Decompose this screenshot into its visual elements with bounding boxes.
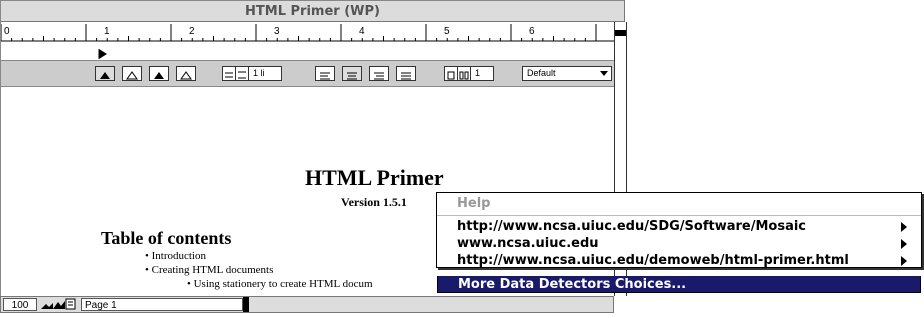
justify-button[interactable] — [396, 66, 416, 81]
columns-decrease-button[interactable] — [444, 66, 458, 81]
menu-item-ncsa-domain[interactable]: www.ncsa.uiuc.edu — [437, 235, 921, 252]
columns-increase-button[interactable] — [457, 66, 471, 81]
ruler-label-6: 6 — [529, 26, 535, 37]
document-version: Version 1.5.1 — [341, 195, 407, 209]
align-right-button[interactable] — [369, 66, 389, 81]
toc-heading: Table of contents — [101, 228, 232, 248]
ruler-label-0: 0 — [4, 26, 10, 37]
align-left-icon — [320, 72, 330, 80]
toc-item: • Introduction — [145, 250, 206, 262]
align-center-button[interactable] — [342, 66, 362, 81]
window-title: HTML Primer (WP) — [245, 4, 380, 19]
menu-item-more-choices[interactable]: More Data Detectors Choices... — [437, 276, 921, 293]
toc-item: • Using stationery to create HTML docum — [187, 278, 373, 290]
status-bar: 100 Page 1 — [0, 296, 614, 313]
ruler[interactable]: 0 1 2 3 4 5 6 — [0, 22, 615, 60]
data-detectors-context-menu: Help http://www.ncsa.uiuc.edu/SDG/Softwa… — [436, 192, 922, 268]
tab-decimal-button[interactable] — [176, 66, 196, 81]
menu-item-label: http://www.ncsa.uiuc.edu/SDG/Software/Mo… — [457, 219, 807, 234]
tab-left-button[interactable] — [95, 66, 115, 81]
menu-item-label: http://www.ncsa.uiuc.edu/demoweb/html-pr… — [457, 253, 849, 268]
single-column-icon — [447, 71, 455, 80]
tab-left-icon — [100, 72, 110, 79]
menu-item-mosaic-url[interactable]: http://www.ncsa.uiuc.edu/SDG/Software/Mo… — [437, 218, 921, 235]
style-dropdown-value: Default — [527, 68, 556, 78]
tab-decimal-icon — [180, 71, 192, 80]
menu-separator — [437, 215, 921, 216]
ruler-graphic — [1, 24, 615, 59]
scroll-thumb[interactable] — [615, 30, 626, 36]
align-right-icon — [374, 72, 384, 80]
submenu-arrow-icon — [901, 256, 907, 266]
format-toolbar: 1 li 1 Default — [0, 60, 614, 87]
zoom-field[interactable]: 100 — [3, 298, 37, 311]
menu-item-label: www.ncsa.uiuc.edu — [457, 236, 599, 251]
tab-center-button[interactable] — [122, 66, 142, 81]
toc-item-label: Creating HTML documents — [151, 264, 274, 276]
ruler-label-4: 4 — [359, 26, 365, 37]
ruler-label-3: 3 — [274, 26, 280, 37]
tab-center-icon — [126, 71, 138, 80]
menu-item-primer-url[interactable]: http://www.ncsa.uiuc.edu/demoweb/html-pr… — [437, 252, 921, 269]
align-center-icon — [347, 72, 357, 80]
line-spacing-wide-icon — [238, 71, 246, 79]
columns-field[interactable]: 1 — [470, 66, 494, 81]
style-dropdown[interactable]: Default — [522, 66, 612, 81]
ruler-label-5: 5 — [444, 26, 450, 37]
tab-right-icon — [154, 72, 164, 79]
toc-item-label: Using stationery to create HTML docum — [193, 278, 373, 290]
ruler-label-2: 2 — [189, 26, 195, 37]
chevron-down-icon — [600, 71, 608, 76]
title-bar[interactable]: HTML Primer (WP) — [0, 0, 625, 22]
submenu-arrow-icon — [901, 222, 907, 232]
toc-item-label: Introduction — [151, 250, 206, 262]
ruler-label-1: 1 — [104, 26, 110, 37]
line-spacing-field[interactable]: 1 li — [248, 66, 282, 81]
line-spacing-decrease-button[interactable] — [222, 66, 236, 81]
toc-item: • Creating HTML documents — [145, 264, 274, 276]
tab-right-button[interactable] — [149, 66, 169, 81]
document-window: HTML Primer (WP) 0 1 2 3 4 5 6 1 li 1 De… — [0, 0, 627, 318]
page-indicator[interactable]: Page 1 — [81, 298, 243, 311]
document-heading: HTML Primer — [305, 165, 444, 190]
line-spacing-increase-button[interactable] — [235, 66, 249, 81]
align-left-button[interactable] — [315, 66, 335, 81]
submenu-arrow-icon — [901, 239, 907, 249]
horizontal-scroll-thumb[interactable] — [243, 297, 249, 312]
line-spacing-icon — [225, 72, 233, 78]
double-column-icon — [459, 71, 469, 80]
view-mode-icons[interactable] — [39, 298, 77, 311]
menu-item-help: Help — [457, 196, 491, 211]
justify-icon — [401, 72, 411, 80]
